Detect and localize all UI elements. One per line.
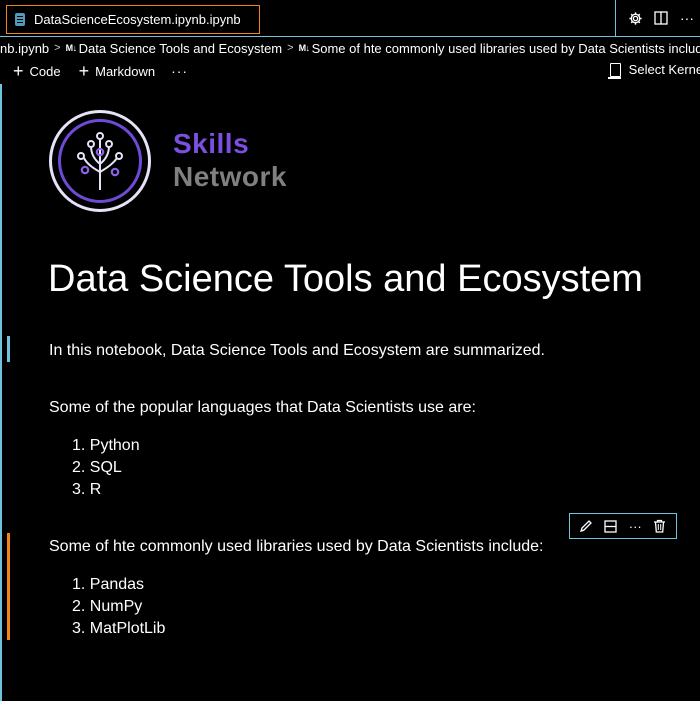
list-item: 3. R <box>72 481 102 498</box>
edit-pencil-icon[interactable] <box>577 517 595 535</box>
split-editor-icon[interactable] <box>648 5 674 31</box>
add-markdown-label: Markdown <box>95 63 156 79</box>
cell-toolbar: ··· <box>569 513 677 539</box>
breadcrumb-label: Some of hte commonly used libraries used… <box>311 40 700 56</box>
libraries-heading: Some of hte commonly used libraries used… <box>49 538 544 555</box>
add-markdown-cell-button[interactable]: + Markdown <box>79 62 155 80</box>
list-item: 3. MatPlotLib <box>72 620 166 637</box>
intro-text: In this notebook, Data Science Tools and… <box>49 342 545 359</box>
cell-selected-indicator <box>7 533 10 640</box>
tab-title: DataScienceEcosystem.ipynb.ipynb <box>34 12 241 27</box>
chevron-right-icon: > <box>287 42 294 54</box>
gear-icon[interactable] <box>622 5 648 31</box>
notebook-editor[interactable]: Skills Network Data Science Tools and Ec… <box>0 84 700 701</box>
delete-trash-icon[interactable] <box>651 517 669 535</box>
select-kernel-button[interactable]: Select Kernel <box>607 62 700 79</box>
list-item: 2. NumPy <box>72 598 143 615</box>
breadcrumb-item-file[interactable]: nb.ipynb <box>0 41 49 56</box>
split-cell-icon[interactable] <box>602 517 620 535</box>
plus-icon: + <box>13 61 24 81</box>
breadcrumb: nb.ipynb > M↓ Data Science Tools and Eco… <box>0 37 700 59</box>
list-item: 1. Python <box>72 437 140 454</box>
breadcrumb-item-cell[interactable]: M↓ Some of hte commonly used libraries u… <box>299 41 700 56</box>
breadcrumb-item-heading[interactable]: M↓ Data Science Tools and Ecosystem <box>66 41 283 56</box>
add-code-label: Code <box>29 63 61 79</box>
notebook-tab[interactable]: DataScienceEcosystem.ipynb.ipynb <box>6 5 260 34</box>
languages-list: 1. Python 2. SQL 3. R <box>72 435 140 501</box>
markdown-icon: M↓ <box>298 43 311 53</box>
chevron-right-icon: > <box>54 42 61 54</box>
notebook-toolbar: + Code + Markdown ··· Select Kernel <box>0 59 700 83</box>
more-icon[interactable]: ··· <box>674 5 700 31</box>
editor-actions: ··· <box>615 0 700 36</box>
more-icon[interactable]: ··· <box>626 517 644 535</box>
notebook-file-icon <box>15 13 25 26</box>
logo-text-skills: Skills <box>173 128 250 159</box>
toolbar-more-button[interactable]: ··· <box>171 63 188 79</box>
select-kernel-label: Select Kernel <box>628 62 700 77</box>
libraries-list: 1. Pandas 2. NumPy 3. MatPlotLib <box>72 574 165 640</box>
list-item: 1. Pandas <box>72 576 145 593</box>
divider <box>615 0 616 36</box>
tree-network-icon <box>77 132 123 190</box>
breadcrumb-label: Data Science Tools and Ecosystem <box>78 40 283 56</box>
cell-focus-indicator <box>7 336 10 362</box>
plus-icon: + <box>78 61 90 81</box>
markdown-icon: M↓ <box>65 43 78 53</box>
breadcrumb-label: nb.ipynb <box>0 40 50 56</box>
notebook-title: Data Science Tools and Ecosystem <box>48 258 643 300</box>
skills-network-logo: Skills Network <box>47 108 297 216</box>
list-item: 2. SQL <box>72 459 122 476</box>
languages-heading: Some of the popular languages that Data … <box>49 399 476 416</box>
add-code-cell-button[interactable]: + Code <box>13 62 61 80</box>
kernel-icon <box>607 62 621 79</box>
editor-tab-bar: DataScienceEcosystem.ipynb.ipynb ··· <box>0 0 700 37</box>
logo-text-network: Network <box>173 161 287 192</box>
